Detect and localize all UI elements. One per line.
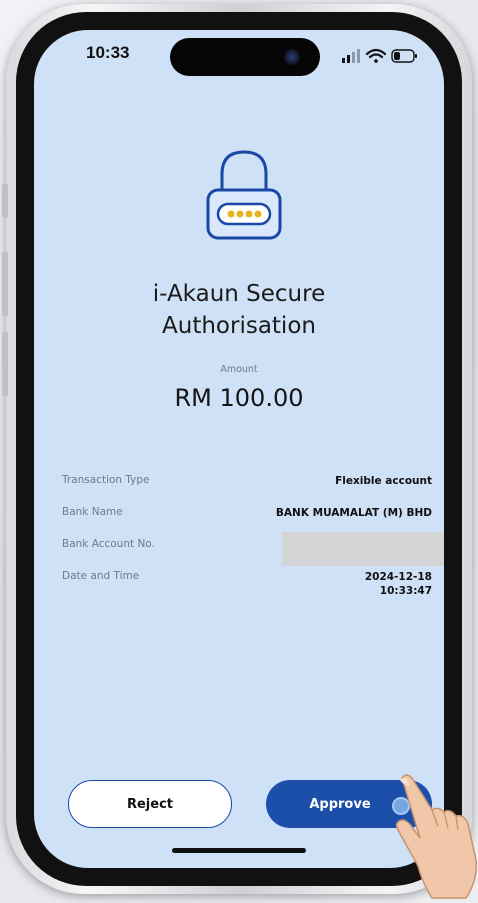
amount-value: RM 100.00 <box>174 384 304 412</box>
date-time-label: Date and Time <box>62 570 140 582</box>
status-icons <box>342 48 417 63</box>
amount-label: Amount <box>220 364 258 375</box>
action-button <box>2 184 8 218</box>
signal-icon <box>342 49 360 63</box>
time-value: 10:33:47 <box>379 585 432 597</box>
date-value: 2024-12-18 <box>364 571 432 583</box>
volume-up-button <box>2 252 8 316</box>
page-title: i-Akaun Secure Authorisation <box>34 278 444 342</box>
title-line-2: Authorisation <box>162 313 316 339</box>
camera-lens <box>284 49 300 65</box>
home-indicator[interactable] <box>172 848 306 853</box>
title-line-1: i-Akaun Secure <box>152 281 326 307</box>
date-time-value: 2024-12-18 10:33:47 <box>365 570 432 598</box>
reject-button[interactable]: Reject <box>68 780 232 828</box>
app-screen: 10:33 i-Akaun Secure Authorisation Amoun… <box>34 30 444 868</box>
bank-name-value: BANK MUAMALAT (M) BHD <box>275 507 432 519</box>
status-time: 10:33 <box>86 43 130 62</box>
bank-account-label: Bank Account No. <box>62 538 155 550</box>
bank-account-redacted <box>282 532 444 566</box>
pointing-hand-icon <box>395 774 478 899</box>
wifi-icon <box>365 48 387 63</box>
transaction-type-value: Flexible account <box>335 475 432 487</box>
battery-icon <box>391 49 417 63</box>
padlock-icon <box>206 150 282 240</box>
volume-down-button <box>2 332 8 396</box>
approve-label: Approve <box>309 796 371 812</box>
bank-name-label: Bank Name <box>62 506 123 518</box>
transaction-type-label: Transaction Type <box>62 474 150 486</box>
